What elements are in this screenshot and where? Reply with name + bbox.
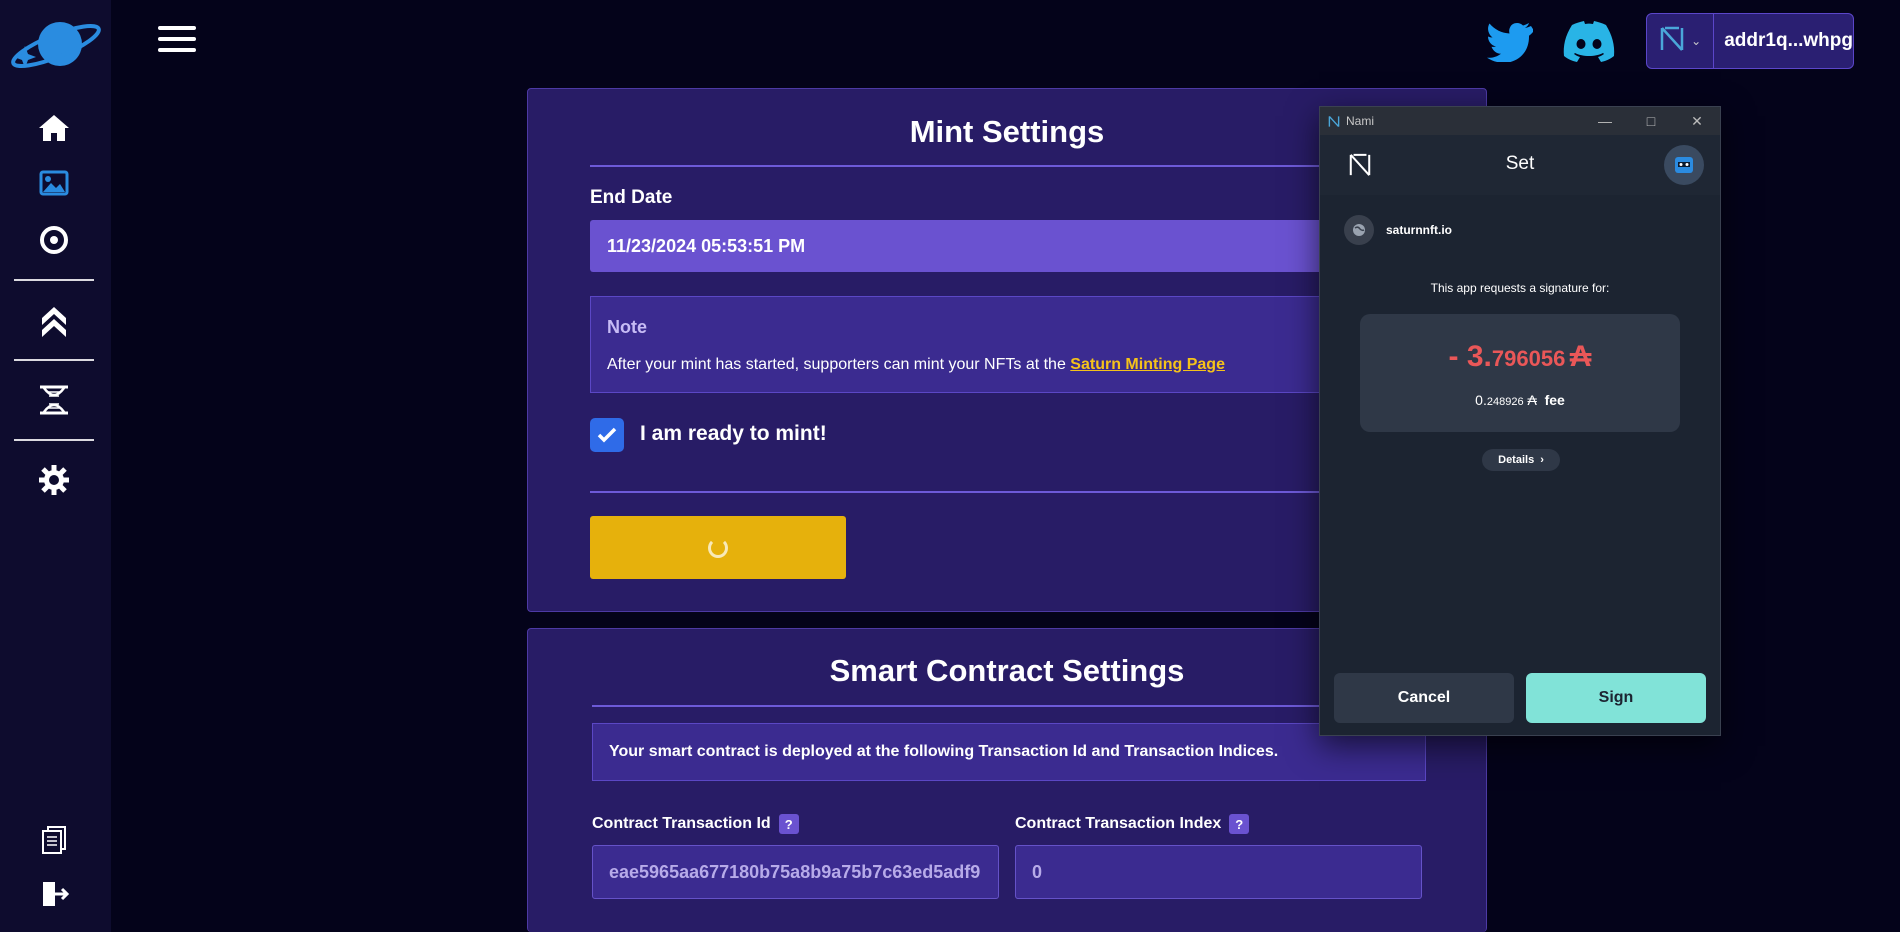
hourglass-icon[interactable]: [36, 382, 72, 418]
globe-icon: [1344, 215, 1374, 245]
documents-icon[interactable]: [36, 822, 72, 858]
sidebar-divider: [14, 279, 94, 281]
divider: [590, 491, 1426, 493]
nami-icon: [1659, 25, 1685, 58]
saturn-logo[interactable]: [8, 18, 103, 74]
sidebar-divider: [14, 439, 94, 441]
close-icon[interactable]: ✕: [1674, 107, 1720, 135]
window-title: Nami: [1346, 114, 1375, 128]
tx-index-input[interactable]: 0: [1015, 845, 1422, 899]
sign-button[interactable]: Sign: [1526, 673, 1706, 723]
minimize-icon[interactable]: —: [1582, 107, 1628, 135]
fee-label: fee: [1544, 392, 1565, 408]
contract-info-box: Your smart contract is deployed at the f…: [592, 723, 1426, 781]
details-button[interactable]: Details ›: [1482, 449, 1560, 471]
checkmark-icon: [597, 427, 617, 443]
gear-icon[interactable]: [36, 462, 72, 498]
note-text-body: After your mint has started, supporters …: [607, 356, 1071, 373]
help-icon[interactable]: ?: [778, 814, 799, 834]
fee-whole: 0.: [1475, 392, 1487, 408]
nami-header: Set: [1320, 135, 1720, 195]
request-text: This app requests a signature for:: [1430, 281, 1610, 295]
ada-symbol-icon: ₳: [1527, 392, 1537, 408]
tx-id-input[interactable]: eae5965aa677180b75a8b9a75b7c63ed5adf9: [592, 845, 999, 899]
wallet-selector[interactable]: ⌄: [1647, 14, 1715, 68]
chevron-down-icon: ⌄: [1691, 34, 1702, 48]
logout-icon[interactable]: [36, 876, 72, 912]
nami-wallet-window: Nami — □ ✕ Set saturnnft.io This app req…: [1319, 106, 1721, 736]
details-label: Details: [1498, 454, 1535, 466]
wallet-address: addr1q...whpg: [1724, 30, 1853, 51]
amount-whole: - 3.: [1448, 340, 1492, 373]
avatar[interactable]: [1664, 145, 1704, 185]
chevron-up-icon[interactable]: [36, 302, 72, 338]
mint-button[interactable]: [590, 516, 846, 579]
note-title: Note: [607, 317, 647, 337]
ready-checkbox[interactable]: [590, 418, 624, 452]
amount: - 3.796056 ₳: [1360, 340, 1680, 374]
home-icon[interactable]: [36, 110, 72, 146]
chevron-right-icon: ›: [1540, 454, 1544, 466]
wallet-button[interactable]: ⌄ addr1q...whpg: [1646, 13, 1854, 69]
site-name: saturnnft.io: [1386, 223, 1452, 237]
end-date-input[interactable]: 11/23/2024 05:53:51 PM: [590, 220, 1426, 272]
end-date-label: End Date: [590, 187, 673, 208]
divider: [592, 705, 1426, 707]
help-icon[interactable]: ?: [1229, 814, 1250, 834]
note-box: Note After your mint has started, suppor…: [590, 296, 1426, 393]
image-icon[interactable]: [36, 165, 72, 201]
window-titlebar: Nami — □ ✕: [1320, 107, 1720, 135]
nami-header-title: Set: [1505, 153, 1535, 174]
loading-spinner-icon: [708, 537, 728, 558]
sidebar-divider: [14, 359, 94, 361]
fee: 0.248926 ₳ fee: [1360, 392, 1680, 408]
divider: [590, 165, 1426, 167]
ready-label: I am ready to mint!: [640, 422, 827, 445]
amount-box: - 3.796056 ₳ 0.248926 ₳ fee: [1360, 314, 1680, 432]
tx-index-label-text: Contract Transaction Index: [1015, 815, 1222, 832]
note-text: After your mint has started, supporters …: [607, 356, 1409, 374]
fee-decimals: 248926: [1486, 396, 1524, 408]
tx-id-label-text: Contract Transaction Id: [592, 815, 771, 832]
tx-id-label: Contract Transaction Id ?: [592, 814, 799, 834]
saturn-minting-page-link[interactable]: Saturn Minting Page: [1070, 356, 1225, 373]
sidebar: [0, 0, 111, 932]
compass-icon[interactable]: [36, 222, 72, 258]
discord-icon[interactable]: [1563, 20, 1615, 62]
site-row: saturnnft.io: [1344, 215, 1452, 245]
amount-decimals: 796056: [1491, 346, 1566, 371]
nami-icon: [1328, 115, 1340, 127]
tx-index-label: Contract Transaction Index ?: [1015, 814, 1250, 834]
cancel-button[interactable]: Cancel: [1334, 673, 1514, 723]
ada-symbol-icon: ₳: [1569, 340, 1592, 373]
maximize-icon[interactable]: □: [1628, 107, 1674, 135]
menu-toggle-button[interactable]: [158, 26, 196, 56]
twitter-icon[interactable]: [1485, 20, 1534, 63]
